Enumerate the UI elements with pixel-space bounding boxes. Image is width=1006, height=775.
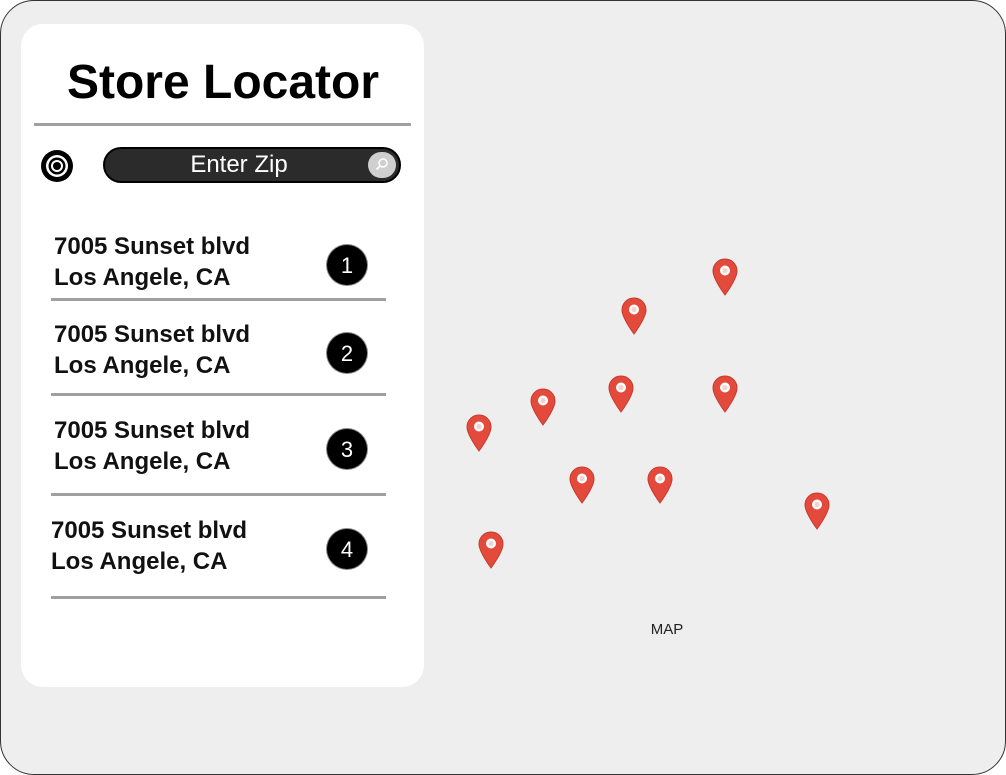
store-address-line1: 7005 Sunset blvd — [51, 517, 248, 544]
store-address-line1: 7005 Sunset blvd — [54, 417, 251, 444]
store-number-badge: 2 — [327, 333, 367, 373]
map-pin-icon[interactable] — [712, 258, 738, 296]
map-pin-icon[interactable] — [466, 414, 492, 452]
store-address-line1: 7005 Sunset blvd — [54, 321, 251, 348]
map-label: MAP — [650, 621, 684, 638]
store-divider — [51, 298, 386, 301]
store-number-badge: 4 — [327, 529, 367, 569]
map-pin-icon[interactable] — [530, 388, 556, 426]
store-address-line2: Los Angele, CA — [54, 448, 231, 475]
crosshair-target-icon[interactable] — [39, 148, 75, 184]
store-number-badge: 3 — [327, 429, 367, 469]
map-pin-icon[interactable] — [569, 466, 595, 504]
store-address-line2: Los Angele, CA — [54, 264, 231, 291]
zip-search-input[interactable] — [125, 149, 353, 181]
map-pin-icon[interactable] — [712, 375, 738, 413]
map-pin-icon[interactable] — [647, 466, 673, 504]
store-address-line2: Los Angele, CA — [54, 352, 231, 379]
app-frame: Store Locator 7005 Sunset blvd Los Angel… — [0, 0, 1006, 775]
store-list-item[interactable]: 7005 Sunset blvd Los Angele, CA 4 — [48, 515, 383, 593]
map-pin-icon[interactable] — [608, 375, 634, 413]
title-divider — [34, 123, 411, 126]
store-divider — [51, 393, 386, 396]
zip-search-bar — [103, 147, 401, 183]
store-divider — [51, 596, 386, 599]
map-pin-icon[interactable] — [478, 531, 504, 569]
store-address-line2: Los Angele, CA — [51, 548, 228, 575]
store-list-item[interactable]: 7005 Sunset blvd Los Angele, CA 3 — [51, 415, 386, 493]
store-list-item[interactable]: 7005 Sunset blvd Los Angele, CA 2 — [51, 319, 386, 397]
map-pin-icon[interactable] — [621, 297, 647, 335]
magnifier-icon — [375, 158, 388, 171]
store-number-badge: 1 — [327, 245, 367, 285]
search-button[interactable] — [368, 152, 396, 178]
map-pin-icon[interactable] — [804, 492, 830, 530]
store-address-line1: 7005 Sunset blvd — [54, 233, 251, 260]
page-title: Store Locator — [66, 56, 380, 109]
store-divider — [51, 493, 386, 496]
